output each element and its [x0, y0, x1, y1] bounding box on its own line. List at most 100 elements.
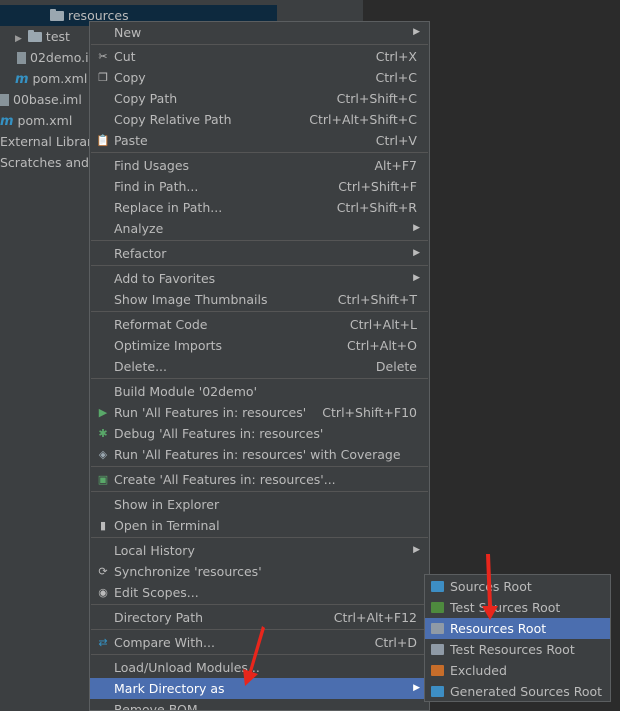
menu-item-label: Reformat Code [114, 317, 208, 332]
menu-item-label: Find Usages [114, 158, 190, 173]
menu-item-find-in-path[interactable]: Find in Path... Ctrl+Shift+F [90, 176, 429, 197]
menu-item-local-history[interactable]: Local History ▶ [90, 540, 429, 561]
menu-item-label: Copy Relative Path [114, 112, 232, 127]
submenu-item-generated-sources-root[interactable]: Generated Sources Root [425, 681, 610, 702]
menu-item-replace-in-path[interactable]: Replace in Path... Ctrl+Shift+R [90, 197, 429, 218]
submenu-item-excluded[interactable]: Excluded [425, 660, 610, 681]
context-menu: New ▶ ✂ Cut Ctrl+X ❐ Copy Ctrl+C Copy Path Ctr… [89, 21, 430, 711]
separator [91, 44, 428, 45]
menu-item-shortcut: Ctrl+Alt+O [347, 338, 417, 353]
copy-icon: ❐ [98, 71, 108, 84]
submenu-arrow-icon: ▶ [413, 273, 420, 283]
maven-icon: m [0, 114, 14, 129]
menu-item-shortcut: Ctrl+Alt+L [349, 317, 417, 332]
paste-icon: 📋 [96, 134, 110, 147]
menu-item-shortcut: Ctrl+X [375, 49, 417, 64]
menu-item-optimize-imports[interactable]: Optimize Imports Ctrl+Alt+O [90, 335, 429, 356]
run-icon: ▶ [98, 406, 108, 419]
submenu-item-test-sources-root[interactable]: Test Sources Root [425, 597, 610, 618]
menu-item-delete[interactable]: Delete... Delete [90, 356, 429, 377]
menu-item-paste[interactable]: 📋 Paste Ctrl+V [90, 130, 429, 151]
submenu-item-sources-root[interactable]: Sources Root [425, 576, 610, 597]
menu-item-run-with-coverage[interactable]: ◈ Run 'All Features in: resources' with C… [90, 444, 429, 465]
menu-item-copy-relative-path[interactable]: Copy Relative Path Ctrl+Alt+Shift+C [90, 109, 429, 130]
menu-item-label: Synchronize 'resources' [114, 564, 262, 579]
menu-item-label: Show in Explorer [114, 497, 220, 512]
generated-sources-root-folder-icon [431, 686, 444, 697]
menu-item-analyze[interactable]: Analyze ▶ [90, 218, 429, 239]
menu-item-compare-with[interactable]: ⇄ Compare With... Ctrl+D [90, 632, 429, 653]
menu-item-copy[interactable]: ❐ Copy Ctrl+C [90, 67, 429, 88]
menu-item-shortcut: Ctrl+Shift+F [338, 179, 417, 194]
sources-root-folder-icon [431, 581, 444, 592]
menu-item-show-in-explorer[interactable]: Show in Explorer [90, 494, 429, 515]
menu-item-synchronize[interactable]: ⟳ Synchronize 'resources' [90, 561, 429, 582]
menu-item-label: Show Image Thumbnails [114, 292, 268, 307]
menu-item-directory-path[interactable]: Directory Path Ctrl+Alt+F12 [90, 607, 429, 628]
menu-item-find-usages[interactable]: Find Usages Alt+F7 [90, 155, 429, 176]
separator [91, 378, 428, 379]
submenu-arrow-icon: ▶ [413, 223, 420, 233]
menu-item-load-unload-modules[interactable]: Load/Unload Modules... [90, 657, 429, 678]
scissors-icon: ✂ [98, 50, 108, 63]
menu-item-build-module[interactable]: Build Module '02demo' [90, 381, 429, 402]
separator [91, 311, 428, 312]
menu-item-label: Paste [114, 133, 148, 148]
submenu-item-test-resources-root[interactable]: Test Resources Root [425, 639, 610, 660]
menu-item-label: Optimize Imports [114, 338, 223, 353]
submenu-arrow-icon: ▶ [413, 683, 420, 693]
folder-icon [50, 9, 64, 21]
submenu-arrow-icon: ▶ [413, 27, 420, 37]
tree-item-00base-iml[interactable]: 00base.iml [0, 89, 82, 110]
resources-root-folder-icon [431, 623, 444, 634]
menu-item-shortcut: Ctrl+Alt+F12 [333, 610, 417, 625]
separator [91, 537, 428, 538]
tree-item-label: test [45, 29, 70, 44]
create-config-icon: ▣ [97, 473, 109, 486]
submenu-item-label: Sources Root [450, 579, 532, 594]
menu-item-debug[interactable]: ✱ Debug 'All Features in: resources' [90, 423, 429, 444]
menu-item-reformat-code[interactable]: Reformat Code Ctrl+Alt+L [90, 314, 429, 335]
submenu-item-resources-root[interactable]: Resources Root [425, 618, 610, 639]
menu-item-run[interactable]: ▶ Run 'All Features in: resources' Ctrl+Sh… [90, 402, 429, 423]
tree-item-pom-xml[interactable]: m pom.xml [15, 68, 87, 89]
menu-item-mark-directory-as[interactable]: Mark Directory as ▶ [90, 678, 429, 699]
coverage-icon: ◈ [98, 448, 108, 461]
test-sources-root-folder-icon [431, 602, 444, 613]
menu-item-cut[interactable]: ✂ Cut Ctrl+X [90, 46, 429, 67]
menu-item-shortcut: Ctrl+D [374, 635, 417, 650]
submenu-item-label: Test Sources Root [450, 600, 561, 615]
menu-item-shortcut: Ctrl+Shift+C [336, 91, 417, 106]
menu-item-label: Open in Terminal [114, 518, 220, 533]
menu-item-label: Run 'All Features in: resources' with Co… [114, 447, 401, 462]
menu-item-add-to-favorites[interactable]: Add to Favorites ▶ [90, 268, 429, 289]
compare-icon: ⇄ [98, 636, 108, 649]
menu-item-label: Remove BOM [114, 702, 198, 711]
menu-item-open-in-terminal[interactable]: ▮ Open in Terminal [90, 515, 429, 536]
menu-item-new[interactable]: New ▶ [90, 22, 429, 43]
menu-item-label: Local History [114, 543, 195, 558]
menu-item-create-configuration[interactable]: ▣ Create 'All Features in: resources'... [90, 469, 429, 490]
menu-item-remove-bom[interactable]: Remove BOM [90, 699, 429, 711]
maven-icon: m [15, 72, 29, 87]
menu-item-label: Copy Path [114, 91, 178, 106]
separator [91, 654, 428, 655]
folder-icon [27, 30, 42, 42]
iml-file-icon [17, 52, 26, 64]
separator [91, 604, 428, 605]
menu-item-shortcut: Ctrl+Alt+Shift+C [309, 112, 417, 127]
menu-item-shortcut: Ctrl+V [375, 133, 417, 148]
separator [91, 466, 428, 467]
menu-item-shortcut: Alt+F7 [374, 158, 417, 173]
menu-item-show-image-thumbnails[interactable]: Show Image Thumbnails Ctrl+Shift+T [90, 289, 429, 310]
submenu-arrow-icon: ▶ [413, 248, 420, 258]
menu-item-edit-scopes[interactable]: ◉ Edit Scopes... [90, 582, 429, 603]
menu-item-label: Delete... [114, 359, 167, 374]
submenu-item-label: Resources Root [450, 621, 547, 636]
tree-item-test[interactable]: ▶ test [15, 26, 70, 47]
menu-item-shortcut: Ctrl+Shift+R [336, 200, 417, 215]
tree-item-root-pom-xml[interactable]: m pom.xml [0, 110, 72, 131]
menu-item-copy-path[interactable]: Copy Path Ctrl+Shift+C [90, 88, 429, 109]
menu-item-label: Analyze [114, 221, 164, 236]
menu-item-refactor[interactable]: Refactor ▶ [90, 243, 429, 264]
